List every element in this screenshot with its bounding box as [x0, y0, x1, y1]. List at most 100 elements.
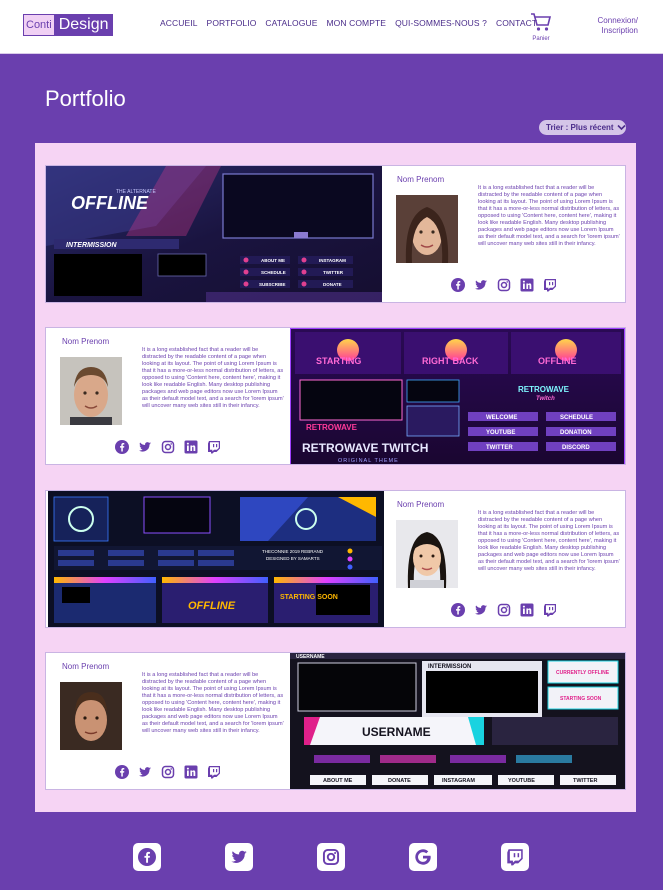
overlay-thumbnail[interactable]: THECONNIE 2019 REBRAND DESIGNED BY SAMAR… [48, 491, 384, 627]
overlay-btn: DONATE [323, 282, 342, 287]
overlay-btn: DONATION [560, 430, 592, 436]
overlay-btn: DISCORD [562, 445, 590, 451]
twitter-icon[interactable] [225, 843, 253, 871]
linkedin-icon[interactable] [520, 278, 534, 292]
nav-portfolio[interactable]: PORTFOLIO [207, 18, 257, 28]
overlay-top-label: USERNAME [296, 654, 325, 660]
overlay-brand-left: RETROWAVE [306, 423, 358, 432]
chevron-down-icon [617, 124, 626, 131]
facebook-icon[interactable] [451, 278, 465, 292]
overlay-side-panel: CURRENTLY OFFLINE [556, 670, 610, 676]
cart-label: Panier [532, 36, 550, 42]
overlay-btn: YOUTUBE [486, 430, 515, 436]
nav-catalogue[interactable]: CATALOGUE [265, 18, 317, 28]
overlay-thumbnail[interactable]: THE ALTERNATE OFFLINE INTERMISSION ABOUT… [46, 166, 382, 302]
facebook-icon[interactable] [451, 603, 465, 617]
google-icon[interactable] [409, 843, 437, 871]
social-links [115, 765, 221, 779]
portfolio-card[interactable]: Nom Prenom It is a long established fact… [45, 652, 626, 790]
overlay-image-retrowave: STARTING RIGHT BACK OFFLINE RETROWAVE Tw… [290, 328, 625, 464]
overlay-thumbnail[interactable]: USERNAME INTERMISSION CURRENTLY OFFLINE … [290, 653, 625, 789]
overlay-btn: INSTAGRAM [442, 778, 475, 784]
logo-part-design: Design [54, 14, 113, 36]
top-navbar: Conti Design ACCUEIL PORTFOLIO CATALOGUE… [0, 0, 663, 54]
overlay-image-username: USERNAME INTERMISSION CURRENTLY OFFLINE … [290, 653, 625, 789]
facebook-icon[interactable] [133, 843, 161, 871]
footer-social-links [133, 843, 529, 871]
overlay-banner: USERNAME [362, 725, 431, 739]
twitch-icon[interactable] [543, 278, 557, 292]
overlay-btn: ABOUT ME [261, 258, 285, 263]
overlay-panel: STARTING SOON [280, 594, 338, 601]
instagram-icon[interactable] [161, 440, 175, 454]
linkedin-icon[interactable] [184, 765, 198, 779]
overlay-credit: DESIGNED BY SAMARTS [266, 556, 320, 561]
overlay-btn: SCHEDULE [560, 415, 593, 421]
designer-description: It is a long established fact that a rea… [478, 185, 620, 247]
overlay-btn: YOUTUBE [508, 778, 535, 784]
cart-button[interactable]: Panier [527, 12, 555, 42]
overlay-btn: ABOUT ME [323, 778, 353, 784]
cart-icon [531, 13, 552, 31]
login-line-2: Inscription [601, 26, 638, 35]
social-links [451, 278, 557, 292]
overlay-intermission: INTERMISSION [428, 664, 471, 670]
login-line-1: Connexion/ [597, 16, 638, 25]
instagram-icon[interactable] [497, 278, 511, 292]
designer-name[interactable]: Nom Prenom [62, 662, 109, 671]
facebook-icon[interactable] [115, 765, 129, 779]
twitter-icon[interactable] [138, 440, 152, 454]
twitter-icon[interactable] [474, 278, 488, 292]
nav-qui-sommes-nous[interactable]: QUI-SOMMES-NOUS ? [395, 18, 487, 28]
portfolio-card[interactable]: Nom Prenom It is a long established fact… [45, 327, 626, 465]
twitch-icon[interactable] [543, 603, 557, 617]
designer-name[interactable]: Nom Prenom [397, 175, 444, 184]
page-title: Portfolio [45, 86, 126, 111]
overlay-btn: TWITTER [323, 270, 344, 275]
linkedin-icon[interactable] [184, 440, 198, 454]
nav-accueil[interactable]: ACCUEIL [160, 18, 198, 28]
nav-mon-compte[interactable]: MON COMPTE [327, 18, 387, 28]
designer-name[interactable]: Nom Prenom [62, 337, 109, 346]
overlay-btn: SCHEDULE [261, 270, 286, 275]
sort-dropdown[interactable]: Trier : Plus récent [539, 120, 626, 135]
main-nav: ACCUEIL PORTFOLIO CATALOGUE MON COMPTE Q… [160, 18, 537, 28]
overlay-btn: TWITTER [573, 778, 597, 784]
social-links [451, 603, 557, 617]
twitch-icon[interactable] [207, 765, 221, 779]
portfolio-panel: THE ALTERNATE OFFLINE INTERMISSION ABOUT… [35, 143, 636, 812]
logo-part-conti: Conti [23, 14, 55, 36]
designer-description: It is a long established fact that a rea… [142, 672, 284, 734]
linkedin-icon[interactable] [520, 603, 534, 617]
avatar [396, 520, 458, 588]
overlay-btn: SUBSCRIBE [259, 282, 286, 287]
overlay-big-title: OFFLINE [71, 193, 149, 213]
overlay-credit: THECONNIE 2019 REBRAND [262, 549, 324, 554]
twitch-icon[interactable] [207, 440, 221, 454]
login-link[interactable]: Connexion/ Inscription [570, 16, 638, 36]
twitter-icon[interactable] [474, 603, 488, 617]
instagram-icon[interactable] [317, 843, 345, 871]
twitter-icon[interactable] [138, 765, 152, 779]
overlay-brand-sub: Twitch [536, 396, 555, 402]
overlay-side-panel: STARTING SOON [560, 696, 602, 702]
portfolio-card[interactable]: THE ALTERNATE OFFLINE INTERMISSION ABOUT… [45, 165, 626, 303]
designer-name[interactable]: Nom Prenom [397, 500, 444, 509]
portfolio-card[interactable]: THECONNIE 2019 REBRAND DESIGNED BY SAMAR… [45, 490, 626, 628]
overlay-brand: RETROWAVE [518, 385, 570, 394]
instagram-icon[interactable] [161, 765, 175, 779]
overlay-image-theconnie: THECONNIE 2019 REBRAND DESIGNED BY SAMAR… [48, 491, 384, 627]
overlay-thumbnail[interactable]: STARTING RIGHT BACK OFFLINE RETROWAVE Tw… [290, 328, 625, 464]
site-logo[interactable]: Conti Design [23, 14, 113, 36]
instagram-icon[interactable] [497, 603, 511, 617]
avatar [60, 682, 122, 750]
overlay-panel: OFFLINE [188, 600, 236, 612]
twitch-icon[interactable] [501, 843, 529, 871]
overlay-image-offline: THE ALTERNATE OFFLINE INTERMISSION ABOUT… [46, 166, 382, 302]
overlay-panel: RIGHT BACK [422, 356, 479, 366]
overlay-btn: INSTAGRAM [319, 258, 346, 263]
overlay-panel: OFFLINE [538, 356, 577, 366]
overlay-footer-sub: ORIGINAL THEME [338, 458, 399, 464]
social-links [115, 440, 221, 454]
facebook-icon[interactable] [115, 440, 129, 454]
